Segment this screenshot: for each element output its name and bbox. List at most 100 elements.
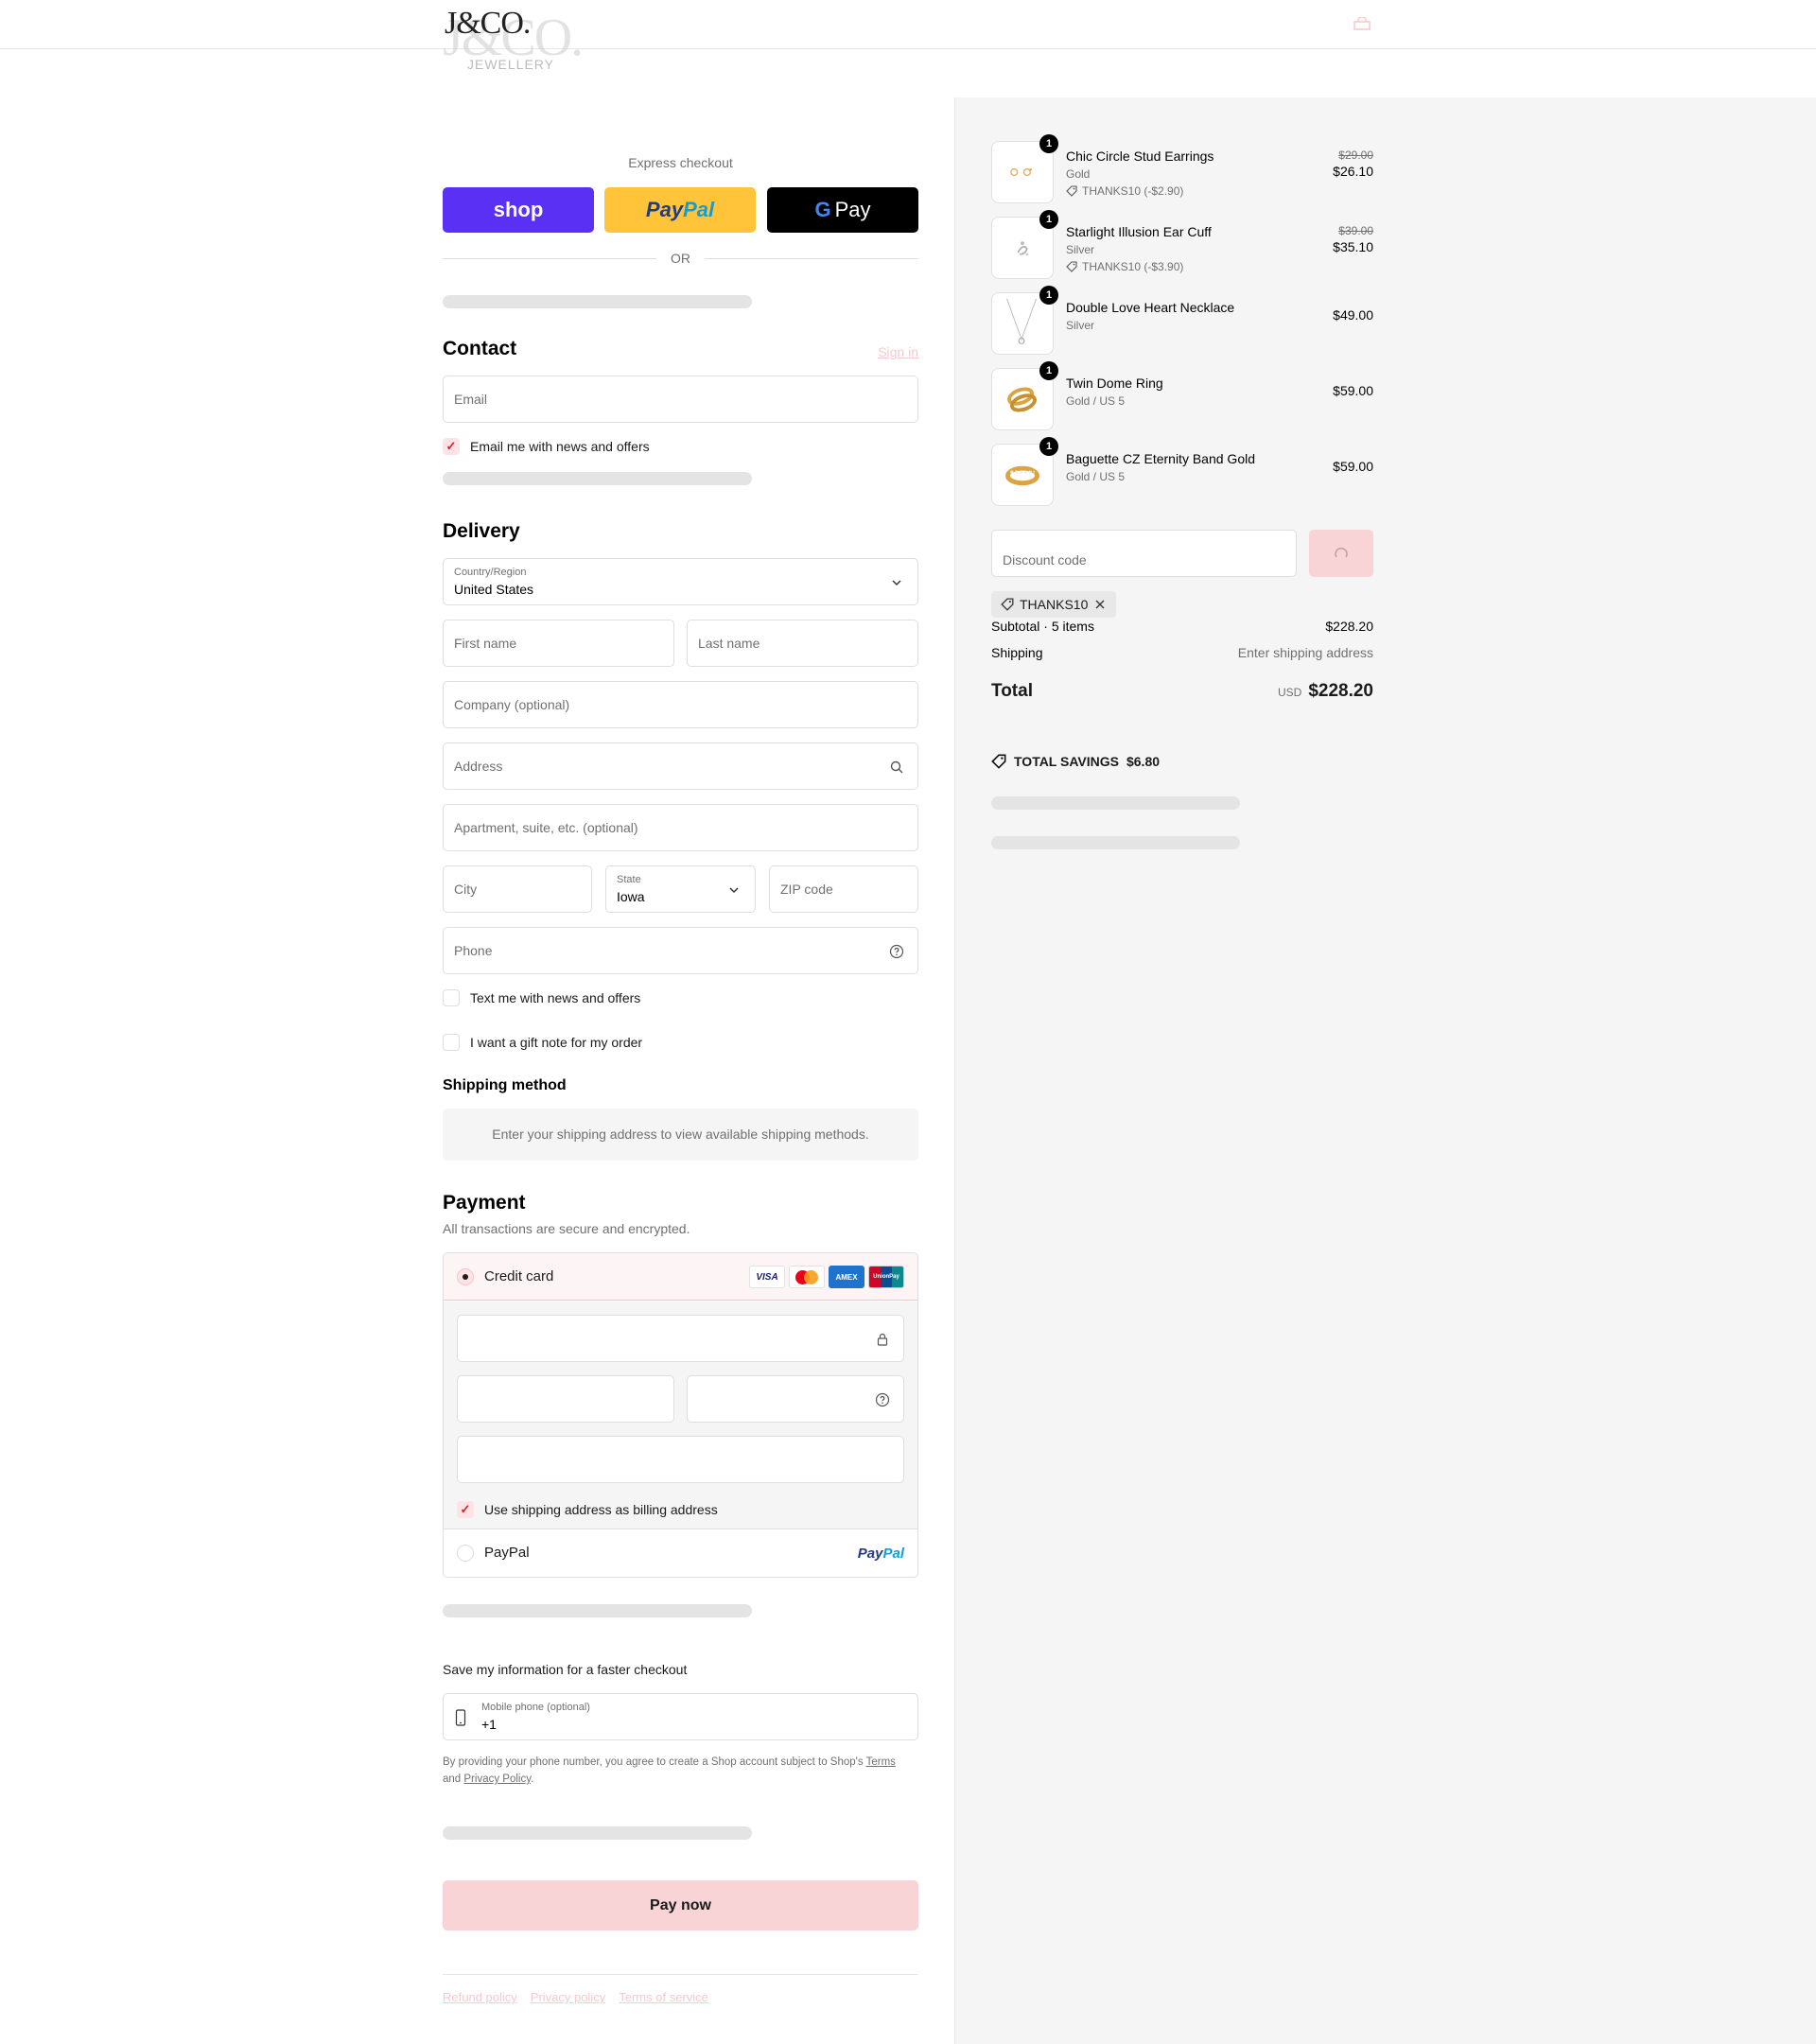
shipping-method-note: Enter your shipping address to view avai… xyxy=(443,1109,918,1161)
name-on-card-field[interactable] xyxy=(457,1436,904,1483)
item-original-price: $29.00 xyxy=(1338,148,1373,162)
shop-pay-button[interactable]: shop xyxy=(443,187,594,233)
country-label: Country/Region xyxy=(454,567,527,578)
product-thumbnail: 1 xyxy=(991,134,1058,203)
company-field[interactable]: Company (optional) xyxy=(443,681,918,728)
refund-policy-link[interactable]: Refund policy xyxy=(443,1990,517,2004)
sign-in-link[interactable]: Sign in xyxy=(878,344,918,359)
paypal-label: PayPal xyxy=(484,1545,530,1561)
card-number-field[interactable] xyxy=(457,1315,904,1362)
privacy-policy-footer-link[interactable]: Privacy policy xyxy=(531,1990,605,2004)
state-value: Iowa xyxy=(617,889,645,904)
total-savings: TOTAL SAVINGS $6.80 xyxy=(991,754,1160,769)
apartment-field[interactable]: Apartment, suite, etc. (optional) xyxy=(443,804,918,851)
gift-note-checkbox-row[interactable]: I want a gift note for my order xyxy=(443,1033,642,1052)
paypal-logo-a: Pay xyxy=(857,1546,883,1562)
item-price: $26.10 xyxy=(1333,164,1373,179)
item-variant: Gold xyxy=(1066,167,1091,181)
paypal-logo: PayPal xyxy=(858,1546,904,1562)
last-name-field[interactable]: Last name xyxy=(687,620,918,667)
billing-same-checkbox-row[interactable]: ✓ Use shipping address as billing addres… xyxy=(457,1500,718,1519)
google-pay-button[interactable]: G Pay xyxy=(767,187,918,233)
search-icon xyxy=(890,760,903,774)
gift-note-checkbox[interactable] xyxy=(443,1034,460,1051)
checkmark-icon[interactable]: ✓ xyxy=(443,438,460,455)
paypal-express-button[interactable]: Pay Pal xyxy=(604,187,756,233)
paypal-label-a: Pay xyxy=(645,198,684,221)
mobile-phone-field[interactable]: Mobile phone (optional) +1 xyxy=(443,1693,918,1740)
item-variant: Gold / US 5 xyxy=(1066,394,1126,408)
footer-divider xyxy=(443,1974,918,1975)
total-value: $228.20 xyxy=(1308,681,1373,701)
privacy-policy-link[interactable]: Privacy Policy xyxy=(463,1773,531,1785)
discount-code-field[interactable]: Discount code xyxy=(991,530,1297,577)
subtotal-value: $228.20 xyxy=(1325,619,1373,634)
country-select[interactable]: Country/Region United States xyxy=(443,558,918,605)
loading-placeholder xyxy=(443,1604,752,1617)
discount-code-placeholder: Discount code xyxy=(1003,552,1087,568)
billing-same-label: Use shipping address as billing address xyxy=(484,1502,718,1517)
help-icon[interactable] xyxy=(875,1392,890,1407)
loading-placeholder xyxy=(991,836,1240,849)
state-select[interactable]: State Iowa xyxy=(605,865,756,913)
delivery-heading: Delivery xyxy=(443,520,520,542)
shop-legal-text: By providing your phone number, you agre… xyxy=(443,1754,918,1788)
apply-discount-button[interactable] xyxy=(1309,530,1373,577)
visa-icon: VISA xyxy=(749,1266,785,1288)
text-news-checkbox-row[interactable]: Text me with news and offers xyxy=(443,988,640,1007)
bag-icon[interactable] xyxy=(1353,17,1371,30)
zip-placeholder: ZIP code xyxy=(780,882,833,897)
security-code-field[interactable] xyxy=(687,1375,904,1423)
checkmark-icon[interactable]: ✓ xyxy=(457,1501,474,1518)
paypal-option[interactable]: PayPal PayPal xyxy=(444,1529,917,1577)
item-price: $59.00 xyxy=(1333,459,1373,474)
email-news-checkbox-row[interactable]: ✓ Email me with news and offers xyxy=(443,437,650,456)
cart-item: 1 Chic Circle Stud Earrings Gold THANKS1… xyxy=(991,134,1373,203)
payment-subtitle: All transactions are secure and encrypte… xyxy=(443,1221,690,1236)
quantity-badge: 1 xyxy=(1039,286,1058,305)
item-name: Baguette CZ Eternity Band Gold xyxy=(1066,451,1255,466)
close-icon[interactable] xyxy=(1093,598,1107,611)
shipping-method-heading: Shipping method xyxy=(443,1077,567,1093)
credit-card-radio[interactable] xyxy=(457,1268,474,1285)
legal-text-end: . xyxy=(531,1773,534,1785)
or-divider: OR xyxy=(443,250,918,267)
google-g-icon: G xyxy=(814,198,831,221)
email-field[interactable]: Email xyxy=(443,376,918,423)
text-news-checkbox[interactable] xyxy=(443,989,460,1006)
item-price: $35.10 xyxy=(1333,239,1373,254)
or-text: OR xyxy=(671,251,690,266)
zip-field[interactable]: ZIP code xyxy=(769,865,918,913)
loading-placeholder xyxy=(443,1826,752,1840)
item-discount: THANKS10 (-$3.90) xyxy=(1066,260,1183,273)
apartment-placeholder: Apartment, suite, etc. (optional) xyxy=(454,820,638,835)
first-name-field[interactable]: First name xyxy=(443,620,674,667)
product-thumbnail: 1 xyxy=(991,437,1058,506)
phone-placeholder: Phone xyxy=(454,943,493,958)
tag-icon xyxy=(1066,261,1077,272)
address-field[interactable]: Address xyxy=(443,742,918,790)
item-variant: Silver xyxy=(1066,243,1095,256)
terms-link[interactable]: Terms xyxy=(866,1756,896,1768)
savings-value: $6.80 xyxy=(1126,754,1161,769)
product-thumbnail: 1 xyxy=(991,286,1058,355)
brand-logo[interactable]: J&CO. JEWELLERY J&CO. xyxy=(443,8,584,76)
city-field[interactable]: City xyxy=(443,865,592,913)
help-icon[interactable] xyxy=(889,944,904,959)
item-variant: Gold / US 5 xyxy=(1066,470,1126,483)
mobile-phone-value: +1 xyxy=(481,1717,497,1732)
product-thumbnail: 1 xyxy=(991,210,1058,279)
item-price: $59.00 xyxy=(1333,383,1373,398)
quantity-badge: 1 xyxy=(1039,210,1058,229)
pay-now-button[interactable]: Pay now xyxy=(443,1880,918,1930)
legal-text-1: By providing your phone number, you agre… xyxy=(443,1756,866,1768)
paypal-radio[interactable] xyxy=(457,1545,474,1562)
paypal-logo-b: Pal xyxy=(882,1546,904,1562)
item-discount: THANKS10 (-$2.90) xyxy=(1066,184,1183,198)
credit-card-option[interactable]: Credit card VISA AMEX UnionPay xyxy=(444,1253,917,1301)
company-placeholder: Company (optional) xyxy=(454,697,570,712)
expiration-field[interactable] xyxy=(457,1375,674,1423)
phone-field[interactable]: Phone xyxy=(443,927,918,974)
card-logos: VISA AMEX UnionPay xyxy=(749,1266,904,1288)
terms-of-service-link[interactable]: Terms of service xyxy=(619,1990,708,2004)
